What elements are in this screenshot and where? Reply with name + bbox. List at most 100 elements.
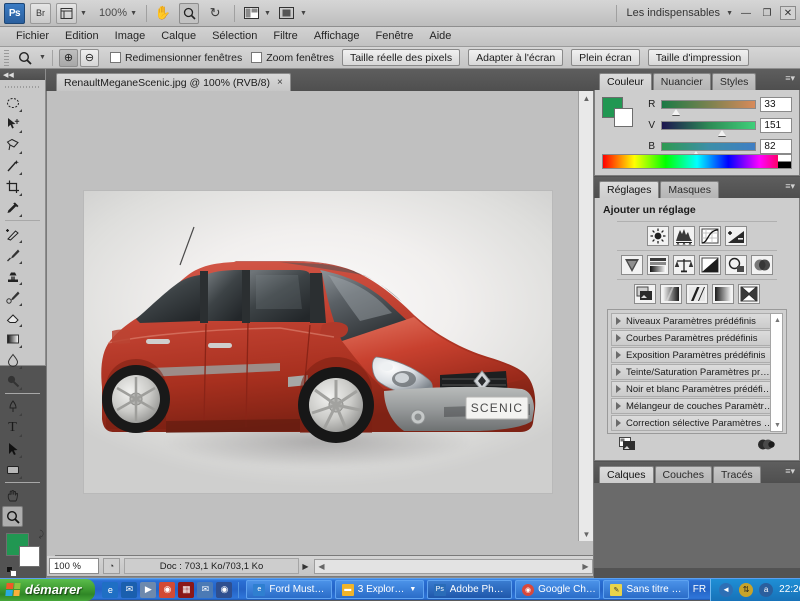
video-app-icon[interactable]: ▦ — [178, 581, 195, 598]
channel-value-b[interactable]: 82 — [760, 139, 792, 154]
tool-eyedropper[interactable] — [2, 197, 23, 218]
zoom-level-caret-icon[interactable]: ▼ — [130, 10, 137, 17]
menu-fichier[interactable]: Fichier — [8, 27, 57, 46]
spectrum-white-black-swatch[interactable] — [778, 155, 791, 168]
media-player-icon[interactable]: ▶ — [140, 581, 157, 598]
screen-mode-caret-icon[interactable]: ▼ — [300, 10, 307, 17]
default-colors-icon[interactable] — [6, 566, 17, 577]
tab-couleur[interactable]: Couleur — [599, 73, 652, 90]
restore-button[interactable]: ❐ — [759, 6, 775, 20]
color-spectrum-ramp[interactable] — [602, 154, 792, 169]
start-button[interactable]: démarrer — [0, 578, 96, 601]
network-icon[interactable]: ⇅ — [739, 582, 754, 597]
tool-move[interactable] — [2, 113, 23, 134]
expand-triangle-icon[interactable] — [616, 402, 621, 410]
image-canvas[interactable]: SCENIC — [84, 191, 552, 493]
language-indicator[interactable]: FR — [693, 584, 706, 595]
taskbar-group-caret-icon[interactable]: ▼ — [409, 586, 416, 593]
workspace-caret-icon[interactable]: ▼ — [726, 10, 733, 17]
scroll-up-arrow-icon[interactable]: ▲ — [579, 91, 594, 105]
swap-colors-icon[interactable]: ⤸ — [39, 529, 44, 540]
document-tab[interactable]: RenaultMeganeScenic.jpg @ 100% (RVB/8) × — [56, 73, 291, 91]
expand-triangle-icon[interactable] — [616, 317, 621, 325]
levels-icon[interactable] — [673, 226, 695, 246]
layers-panel-menu-icon[interactable]: ≡▾ — [785, 466, 795, 477]
zoom-out-button[interactable]: ⊖ — [79, 48, 99, 67]
preset-exposition[interactable]: Exposition Paramètres prédéfinis — [611, 347, 771, 363]
zoom-all-windows-checkbox-group[interactable]: Zoom fenêtres — [251, 52, 334, 64]
expand-triangle-icon[interactable] — [616, 419, 621, 427]
mail-icon[interactable]: ✉ — [197, 581, 214, 598]
status-preview-icon[interactable]: ◔ — [103, 558, 120, 574]
tab-couches[interactable]: Couches — [654, 466, 712, 483]
tab-nuancier[interactable]: Nuancier — [652, 73, 711, 90]
arrange-documents-button[interactable] — [241, 3, 261, 24]
expand-triangle-icon[interactable] — [616, 368, 621, 376]
taskbar-clock[interactable]: 22:26 — [779, 584, 800, 595]
preset-courbes[interactable]: Courbes Paramètres prédéfinis — [611, 330, 771, 346]
adjustments-panel-menu-icon[interactable]: ≡▾ — [785, 181, 795, 192]
vibrance-icon[interactable] — [621, 255, 643, 275]
tool-elliptical-marquee[interactable] — [2, 92, 23, 113]
tool-preset-caret-icon[interactable]: ▼ — [39, 54, 46, 61]
zoom-all-windows-checkbox[interactable] — [251, 52, 263, 63]
bridge-button[interactable]: Br — [30, 2, 51, 24]
zoom-tool-button[interactable] — [179, 2, 200, 24]
tab-styles[interactable]: Styles — [711, 73, 757, 90]
expand-triangle-icon[interactable] — [616, 385, 621, 393]
tool-rectangle[interactable] — [2, 459, 23, 480]
screen-mode-button[interactable] — [277, 3, 297, 24]
menu-calque[interactable]: Calque — [153, 27, 204, 46]
document-tab-close-icon[interactable]: × — [277, 77, 283, 88]
horizontal-scrollbar[interactable]: ◀ ▶ — [314, 558, 593, 574]
status-menu-arrow-icon[interactable]: ▶ — [299, 558, 312, 574]
arrange-caret-icon[interactable]: ▼ — [264, 10, 271, 17]
preset-melangeur-couches[interactable]: Mélangeur de couches Paramètr… — [611, 398, 771, 414]
tool-history-brush[interactable] — [2, 286, 23, 307]
menu-edition[interactable]: Edition — [57, 27, 107, 46]
active-tool-icon[interactable] — [14, 49, 36, 67]
channel-value-v[interactable]: 151 — [760, 118, 792, 133]
tool-path-selection[interactable] — [2, 438, 23, 459]
presets-scrollbar[interactable]: ▲ ▼ — [770, 313, 783, 432]
channel-slider-b[interactable] — [661, 142, 757, 157]
preset-noir-et-blanc[interactable]: Noir et blanc Paramètres prédéfi… — [611, 381, 771, 397]
channel-mixer-icon[interactable] — [751, 255, 773, 275]
curves-icon[interactable] — [699, 226, 721, 246]
channel-slider-r[interactable] — [661, 100, 757, 115]
taskbar-item-photoshop[interactable]: Ps Adobe Ph… — [426, 580, 513, 599]
menu-image[interactable]: Image — [107, 27, 154, 46]
hand-tool-button[interactable]: ✋ — [153, 3, 173, 24]
presets-scroll-down-icon[interactable]: ▼ — [771, 419, 784, 431]
print-size-button[interactable]: Taille d'impression — [647, 49, 750, 66]
tool-clone-stamp[interactable] — [2, 265, 23, 286]
zoom-in-button[interactable]: ⊕ — [58, 48, 78, 67]
tool-dodge[interactable] — [2, 370, 23, 391]
color-panel-menu-icon[interactable]: ≡▾ — [785, 73, 795, 84]
taskbar-item-explorer[interactable]: ▬ 3 Explor… ▼ — [334, 580, 424, 599]
channel-thumb-v[interactable] — [718, 130, 727, 136]
channel-value-r[interactable]: 33 — [760, 97, 792, 112]
presets-scroll-up-icon[interactable]: ▲ — [771, 314, 784, 326]
tab-reglages[interactable]: Réglages — [599, 181, 660, 198]
scroll-down-arrow-icon[interactable]: ▼ — [579, 527, 594, 541]
taskbar-item-chrome[interactable]: ◉ Google Ch… — [515, 580, 601, 599]
tab-traces[interactable]: Tracés — [712, 466, 761, 483]
invert-icon[interactable] — [634, 284, 656, 304]
zoom-percentage-field[interactable]: 100 % — [49, 558, 99, 574]
view-extras-button[interactable] — [56, 2, 77, 24]
canvas-area[interactable]: SCENIC — [55, 91, 578, 540]
chrome-icon[interactable]: ◉ — [159, 581, 176, 598]
view-extras-caret-icon[interactable]: ▼ — [80, 10, 87, 17]
tab-masques[interactable]: Masques — [660, 181, 719, 198]
tool-healing-brush[interactable] — [2, 223, 23, 244]
preset-niveaux[interactable]: Niveaux Paramètres prédéfinis — [611, 313, 771, 329]
tool-hand[interactable] — [2, 485, 23, 506]
tool-type[interactable]: T — [2, 417, 23, 438]
update-icon[interactable]: a — [759, 582, 774, 597]
scroll-right-arrow-icon[interactable]: ▶ — [579, 560, 592, 573]
preset-teinte-saturation[interactable]: Teinte/Saturation Paramètres pr… — [611, 364, 771, 380]
close-button[interactable]: ✕ — [780, 6, 796, 20]
menu-fenetre[interactable]: Fenêtre — [367, 27, 421, 46]
taskbar-item-ford[interactable]: e Ford Must… — [246, 580, 332, 599]
